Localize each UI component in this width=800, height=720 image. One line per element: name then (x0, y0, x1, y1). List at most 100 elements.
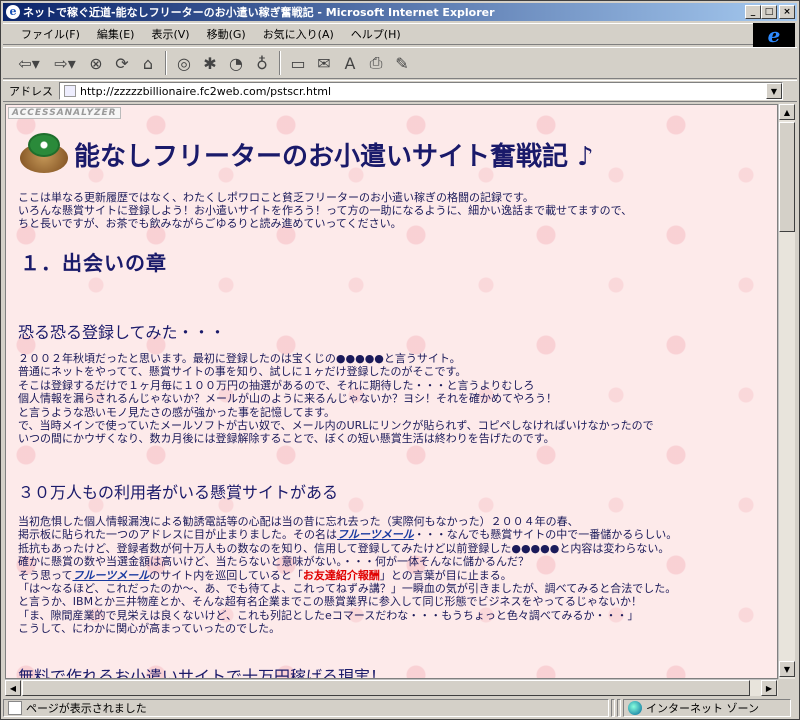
menu-go[interactable]: 移動(G) (199, 26, 255, 42)
toolbar-separator (165, 51, 167, 75)
page-content: ACCESSANALYZER 能なしフリーターのお小遣いサイト奮戦記 ♪ ここは… (5, 104, 778, 679)
menu-file[interactable]: ファイル(F) (13, 26, 89, 42)
ie-logo: e (753, 23, 795, 47)
arrow-right-icon: ⇨▾ (54, 53, 76, 73)
address-bar: アドレス http://zzzzzbillionaire.fc2web.com/… (3, 80, 797, 102)
page-done-icon (8, 701, 22, 715)
address-dropdown-button[interactable]: ▼ (766, 83, 782, 99)
stop-button[interactable]: ⊗ (83, 50, 109, 76)
print-icon: ⎙ (369, 53, 383, 72)
edit-button[interactable]: ✎ (389, 50, 415, 76)
arrow-left-small-icon: ◀ (9, 683, 17, 693)
tea-cup-icon (18, 131, 70, 177)
section-heading: 無料で作れるお小遣いサイトで十万円稼げる現実！ (18, 667, 387, 679)
section-heading: ３０万人もの利用者がいる懸賞サイトがある (18, 483, 339, 502)
address-label: アドレス (9, 85, 53, 98)
mail-icon: ✉ (317, 53, 331, 73)
access-analyzer-badge[interactable]: ACCESSANALYZER (8, 107, 121, 119)
text-line: 「ま、隙間産業的で見栄えは良くないけど、これも列記としたeコマースだわな・・・も… (18, 608, 639, 622)
fruit-mail-link[interactable]: フルーツメール (72, 569, 149, 582)
status-main: ページが表示されました (3, 699, 609, 717)
section-heading: 恐る恐る登録してみた・・・ (18, 323, 226, 342)
globe-icon (628, 701, 642, 715)
chapter-heading: １．出会いの章 (20, 251, 167, 275)
channels-icon: ♁ (256, 53, 268, 73)
close-button[interactable]: × (779, 5, 795, 19)
text-line: 当初危惧した個人情報漏洩による勧誘電話等の心配は当の昔に忘れ去った（実際何もなか… (18, 515, 579, 528)
horizontal-scrollbar[interactable]: ◀ ▶ (5, 679, 778, 696)
text-line: ２００２年秋頃だったと思います。最初に登録したのは宝くじの●●●●●と言うサイト… (18, 352, 461, 365)
zone-text: インターネット ゾーン (646, 702, 759, 715)
search-button[interactable]: ◎ (171, 50, 197, 76)
arrow-down-icon: ▼ (783, 664, 791, 674)
refresh-button[interactable]: ⟳ (109, 50, 135, 76)
forward-button[interactable]: ⇨▾ (47, 50, 83, 76)
address-url: http://zzzzzbillionaire.fc2web.com/pstsc… (80, 84, 332, 98)
page-title: 能なしフリーターのお小遣いサイト奮戦記 ♪ (74, 141, 594, 172)
scroll-up-button[interactable]: ▲ (779, 104, 795, 120)
title-bar[interactable]: e ネットで稼ぐ近道-能なしフリーターのお小遣い稼ぎ奮戦記 - Microsof… (3, 3, 797, 21)
status-segment (617, 699, 621, 717)
text-line: 「は～なるほど、これだったのか～、あ、でも待てよ、これってねずみ講？」一瞬血の気… (18, 582, 677, 596)
text-line: 掲示板に貼られた一つのアドレスに目が止まりました。その名はフルーツメール・・・な… (18, 528, 678, 542)
intro-line: いろんな懸賞サイトに登録しよう！お小遣いサイトを作ろう！って方の一助になるように… (18, 204, 633, 217)
home-button[interactable]: ⌂ (135, 50, 161, 76)
menu-help[interactable]: ヘルプ(H) (343, 26, 410, 42)
section-text: 当初危惧した個人情報漏洩による勧誘電話等の心配は当の昔に忘れ去った（実際何もなか… (18, 515, 677, 636)
text-line: 確かに懸賞の数や当選金額は高いけど、当たらないと意味がない。・・・何が一体そんな… (18, 555, 529, 569)
back-button[interactable]: ⇦▾ (11, 50, 47, 76)
history-button[interactable]: ◔ (223, 50, 249, 76)
text-line: そう思ってフルーツメールのサイト内を巡回していると「お友達紹介報酬」との言葉が目… (18, 568, 512, 582)
home-icon: ⌂ (142, 53, 154, 73)
arrow-right-small-icon: ▶ (765, 683, 773, 693)
intro-line: ちと長いですが、お茶でも飲みながらごゆるりと読み進めていってください。 (18, 217, 402, 230)
print-button[interactable]: ⎙ (363, 50, 389, 76)
mail-button[interactable]: ✉ (311, 50, 337, 76)
status-segment (611, 699, 615, 717)
scroll-down-button[interactable]: ▼ (779, 661, 795, 677)
text-line: で、当時メインで使っていたメールソフトが古い奴で、メール内のURLにリンクが貼ら… (18, 419, 654, 433)
section-text: ２００２年秋頃だったと思います。最初に登録したのは宝くじの●●●●●と言うサイト… (18, 352, 654, 446)
address-input[interactable]: http://zzzzzbillionaire.fc2web.com/pstsc… (59, 82, 783, 100)
scroll-right-button[interactable]: ▶ (761, 680, 777, 696)
refresh-icon: ⟳ (115, 53, 129, 73)
minimize-button[interactable]: _ (745, 5, 761, 19)
text-line: こうして、にわかに関心が高まっていったのでした。 (18, 622, 281, 636)
menu-bar: ファイル(F) 編集(E) 表示(V) 移動(G) お気に入り(A) ヘルプ(H… (3, 23, 753, 45)
channels-button[interactable]: ♁ (249, 50, 275, 76)
arrow-up-icon: ▲ (783, 107, 791, 117)
fullscreen-icon: ▭ (290, 53, 306, 73)
font-button[interactable]: A (337, 50, 363, 76)
vertical-scroll-thumb[interactable] (779, 122, 795, 232)
vertical-scrollbar[interactable]: ▲ ▼ (778, 104, 795, 679)
arrow-left-icon: ⇦▾ (18, 53, 40, 73)
text-line: 個人情報を漏らされるんじゃないか？メールが山のように来るんじゃないか？ヨシ！それ… (18, 392, 557, 406)
chevron-down-icon: ▼ (770, 86, 778, 96)
status-bar: ページが表示されました インターネット ゾーン (3, 698, 797, 718)
favorites-button[interactable]: ✱ (197, 50, 223, 76)
toolbar-separator (279, 51, 281, 75)
text-line: そこは登録するだけで１ヶ月毎に１００万円の抽選があるので、それに期待した・・・と… (18, 378, 535, 392)
horizontal-scroll-thumb[interactable] (22, 680, 750, 696)
menu-favorites[interactable]: お気に入り(A) (255, 26, 343, 42)
status-text: ページが表示されました (26, 702, 147, 715)
fullscreen-button[interactable]: ▭ (285, 50, 311, 76)
text-line: いつの間にかウザくなり、数カ月後には登録解除することで、ぼくの短い懸賞生活は終わ… (18, 432, 555, 446)
stop-icon: ⊗ (89, 53, 103, 73)
search-icon: ◎ (177, 53, 191, 73)
fruit-mail-link[interactable]: フルーツメール (337, 528, 414, 541)
window-controls: _ □ × (745, 5, 795, 19)
text-line: と言うような恐いモノ見たさの感が強かった事を記憶してます。 (18, 405, 336, 419)
menu-edit[interactable]: 編集(E) (89, 26, 144, 42)
edit-icon: ✎ (395, 53, 409, 73)
toolbar: ⇦▾ ⇨▾ ⊗ ⟳ ⌂ ◎ ✱ ◔ ♁ ▭ ✉ A ⎙ ✎ (3, 47, 797, 79)
maximize-button[interactable]: □ (761, 5, 777, 19)
window-title: ネットで稼ぐ近道-能なしフリーターのお小遣い稼ぎ奮戦記 - Microsoft … (23, 6, 495, 19)
intro-text: ここは単なる更新履歴ではなく、わたくしポワロこと貧乏フリーターのお小遣い稼ぎの格… (18, 191, 632, 230)
referral-reward-text: お友達紹介報酬 (302, 568, 380, 582)
menu-view[interactable]: 表示(V) (143, 26, 198, 42)
favorites-icon: ✱ (203, 53, 217, 73)
scroll-left-button[interactable]: ◀ (5, 680, 21, 696)
text-line: と言うか、IBMとか三井物産とか、そんな超有名企業までこの懸賞業界に参入して同じ… (18, 595, 642, 609)
ie-logo-icon: e (767, 23, 781, 47)
